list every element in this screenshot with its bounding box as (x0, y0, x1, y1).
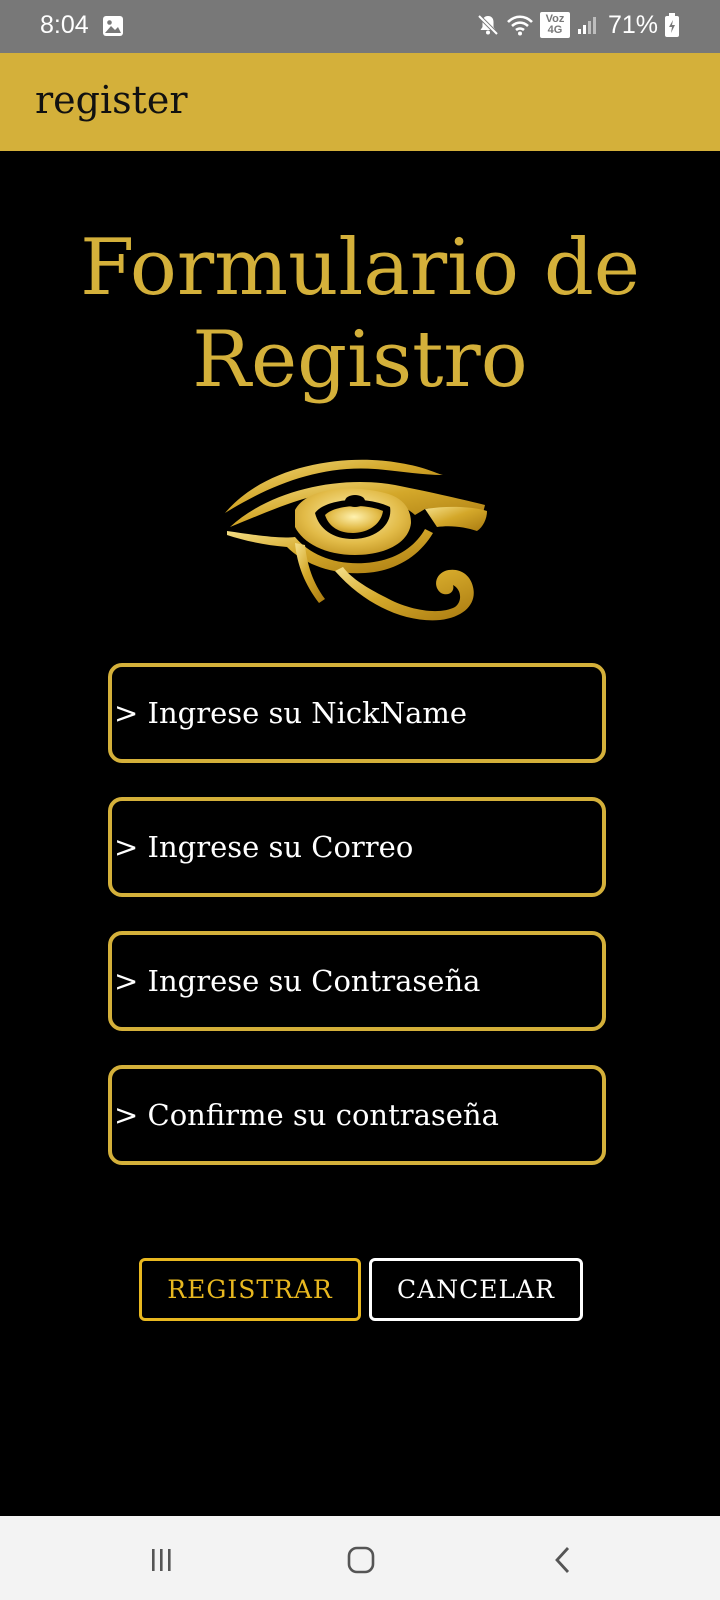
page-title-line1: Formulario de (80, 223, 640, 313)
battery-icon (665, 13, 679, 37)
nickname-field[interactable] (108, 663, 606, 763)
app-bar: register (0, 53, 720, 151)
cancel-button[interactable]: CANCELAR (369, 1258, 583, 1321)
recents-icon (152, 1549, 171, 1571)
status-icons: Voz 4G 71% (476, 10, 680, 40)
password-field[interactable] (108, 931, 606, 1031)
email-input[interactable] (112, 801, 602, 893)
confirm-password-input[interactable] (112, 1069, 602, 1161)
password-input[interactable] (112, 935, 602, 1027)
eye-of-horus-logo (225, 459, 487, 621)
status-bar: 8:04 Voz 4G 71% (0, 0, 720, 53)
back-icon (555, 1547, 570, 1573)
status-time: 8:04 (40, 11, 89, 39)
wifi-icon (507, 15, 533, 36)
gallery-icon (103, 16, 123, 36)
home-icon (347, 1546, 375, 1574)
recents-button[interactable] (141, 1540, 181, 1580)
email-field[interactable] (108, 797, 606, 897)
mute-icon (477, 14, 499, 36)
nickname-input[interactable] (112, 667, 602, 759)
page-title: Formulario de Registro (0, 222, 720, 406)
back-button[interactable] (543, 1540, 583, 1580)
page-title-line2: Registro (192, 315, 528, 405)
app-bar-title: register (35, 78, 188, 122)
volte-4g-icon: Voz 4G (539, 12, 570, 38)
battery-percent: 71% (607, 10, 658, 39)
home-button[interactable] (341, 1540, 381, 1580)
signal-icon (577, 17, 596, 34)
register-screen: 8:04 Voz 4G 71% register Formulario de R… (0, 0, 720, 1600)
confirm-password-field[interactable] (108, 1065, 606, 1165)
register-button[interactable]: REGISTRAR (139, 1258, 361, 1321)
navigation-bar (0, 1516, 720, 1600)
